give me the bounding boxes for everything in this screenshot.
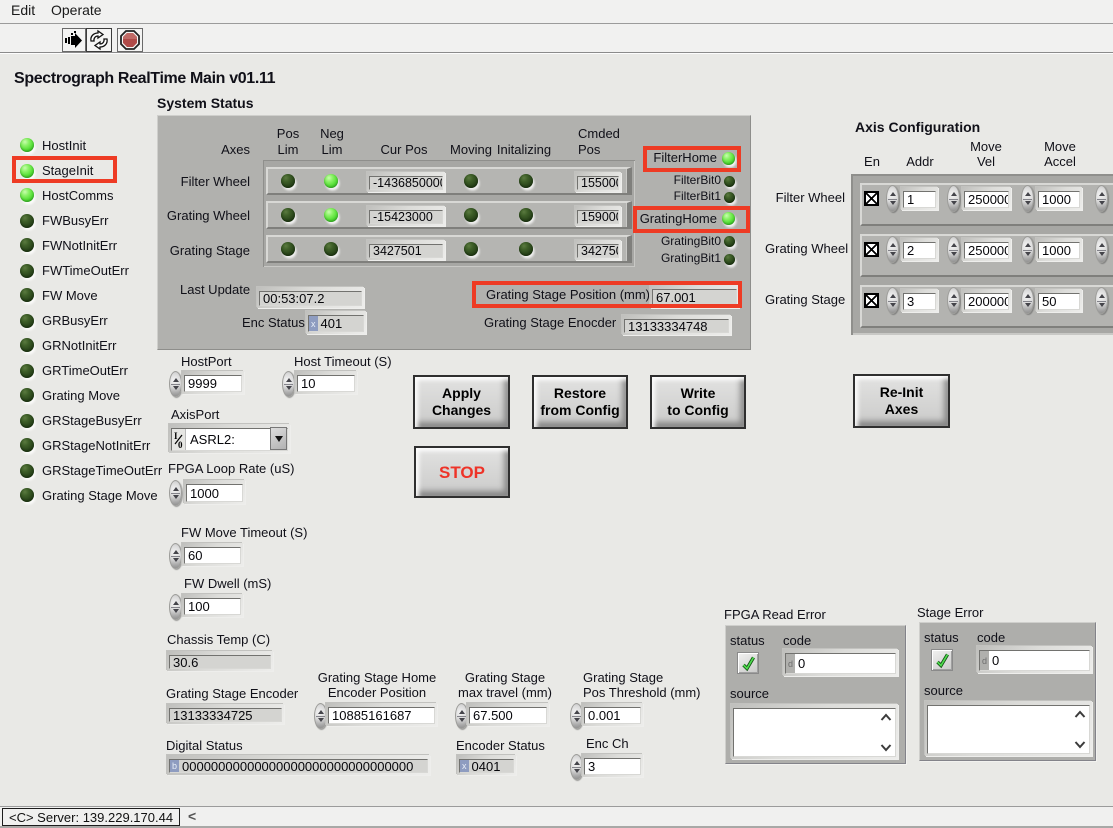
svg-text:0: 0 [178, 440, 183, 449]
